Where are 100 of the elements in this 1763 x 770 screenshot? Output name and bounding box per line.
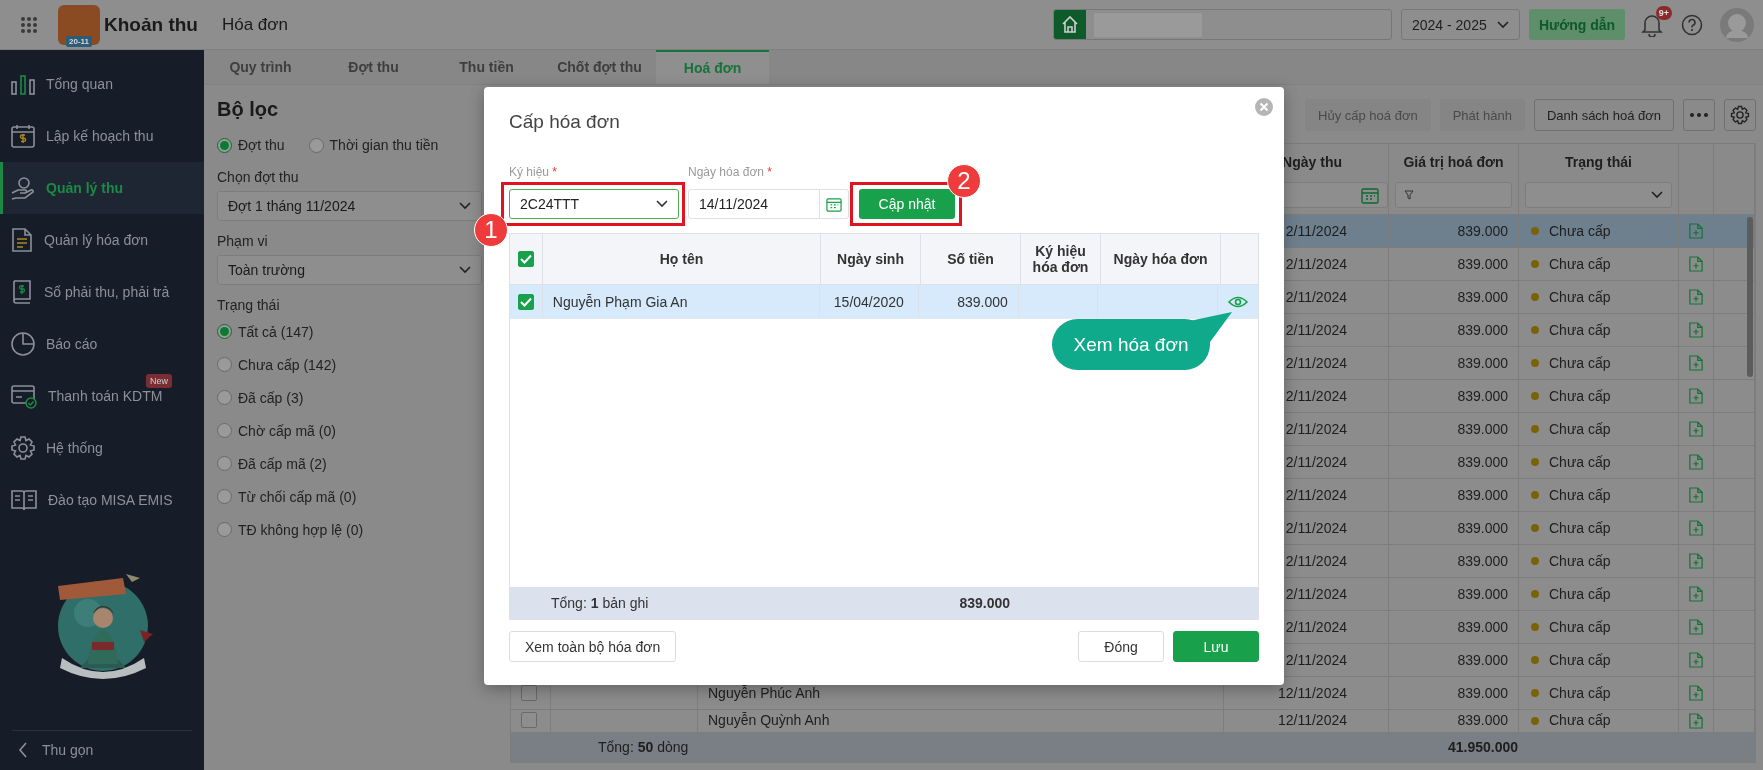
column-header: Ngày hóa đơn [1113,251,1208,267]
app-name: Khoản thu [104,13,198,36]
sidebar-item[interactable]: Quản lý thu [0,162,204,214]
add-document-icon[interactable] [1689,519,1703,537]
book-icon [10,279,34,305]
tab[interactable]: Chốt đợt thu [543,50,656,84]
table-cell: 839.000 [1457,712,1508,728]
status-label: Chưa cấp [1549,256,1611,272]
checkbox[interactable] [521,685,537,701]
add-document-icon[interactable] [1689,321,1703,339]
status-dot [1531,689,1539,697]
avatar-icon[interactable] [1720,7,1754,42]
toolbar-button[interactable]: Danh sách hoá đơn [1533,99,1674,131]
add-document-icon[interactable] [1689,684,1703,702]
calendar-icon [10,123,36,149]
symbol-select[interactable]: 2C24TTT [509,189,679,219]
app-grid-icon[interactable] [20,15,38,34]
view-all-button[interactable]: Xem toàn bộ hóa đơn [509,631,677,662]
amount-filter-field[interactable] [1395,182,1512,208]
sidebar-item[interactable]: Sổ phải thu, phải trả [0,266,204,318]
checkbox[interactable] [517,293,534,310]
step-marker: 2 [947,164,981,198]
settings-button[interactable] [1724,99,1756,131]
status-filter-select[interactable] [1525,182,1672,208]
sidebar-item[interactable]: Đào tạo MISA EMIS [0,474,204,526]
settings-icon [10,435,36,461]
sidebar-item[interactable]: Báo cáo [0,318,204,370]
table-cell: 839.000 [1457,652,1508,668]
radio-option[interactable]: Từ chối cấp mã (0) [217,480,357,513]
collapse-button[interactable]: Thu gọn [12,730,192,768]
status-dot [1531,293,1539,301]
add-document-icon[interactable] [1689,712,1703,730]
table-cell: 839.000 [1457,619,1508,635]
checkbox[interactable] [521,712,537,728]
field-label: Chọn đợt thu [217,168,299,187]
radio-option[interactable]: Tất cả (147) [217,315,314,348]
radio-option[interactable]: Đã cấp (3) [217,381,304,414]
year-select[interactable]: 2024 - 2025 [1401,9,1520,40]
tab[interactable]: Thu tiền [430,50,543,84]
status-dot [1531,623,1539,631]
status-dot [1531,260,1539,268]
select-all-checkbox[interactable] [518,251,534,267]
help-icon[interactable] [1681,13,1703,36]
add-document-icon[interactable] [1689,453,1703,471]
status-dot [1531,524,1539,532]
add-document-icon[interactable] [1689,354,1703,372]
radio-option[interactable]: TĐ không hợp lệ (0) [217,513,364,546]
add-document-icon[interactable] [1689,255,1703,273]
sidebar-item[interactable]: Quản lý hóa đơn [0,214,204,266]
status-dot [1531,557,1539,565]
table-cell: 2/11/2024 [1285,322,1347,338]
radio-option[interactable]: Đã cấp mã (2) [217,447,327,480]
eye-icon[interactable] [1228,295,1248,308]
table-cell: 839.000 [1457,487,1508,503]
status-label: Chưa cấp [1549,652,1611,668]
status-dot [1531,359,1539,367]
tab[interactable]: Quy trình [204,50,317,84]
radio-option[interactable]: Chưa cấp (142) [217,348,337,381]
table-row[interactable]: Nguyễn Phạm Gia An 15/04/2020 839.000 [510,285,1258,319]
add-document-icon[interactable] [1689,585,1703,603]
add-document-icon[interactable] [1689,288,1703,306]
notification-badge: 9+ [1655,5,1672,20]
scope-select[interactable]: Toàn trường [217,255,482,285]
dialog-title: Cấp hóa đơn [509,110,621,134]
add-document-icon[interactable] [1689,651,1703,669]
table-cell: 2/11/2024 [1285,355,1347,371]
add-document-icon[interactable] [1689,222,1703,240]
sidebar-item[interactable]: Lập kế hoạch thu [0,110,204,162]
total-label: Tổng: 1 bản ghi [551,595,649,611]
add-document-icon[interactable] [1689,486,1703,504]
scrollbar-thumb[interactable] [1747,217,1753,377]
sidebar-item[interactable]: New Thanh toán KDTM [0,370,204,422]
update-button[interactable]: Cập nhật [859,189,955,219]
radio-option[interactable]: Đợt thu [217,133,285,157]
add-document-icon[interactable] [1689,387,1703,405]
radio-option[interactable]: Chờ cấp mã (0) [217,414,336,447]
more-button[interactable] [1683,99,1715,131]
add-document-icon[interactable] [1689,552,1703,570]
close-button[interactable]: Đóng [1078,631,1164,662]
school-field[interactable] [1053,9,1392,40]
sidebar-item[interactable]: Tổng quan [0,58,204,110]
table-cell: 839.000 [1457,454,1508,470]
period-select[interactable]: Đợt 1 tháng 11/2024 [217,191,482,221]
table-cell: 2/11/2024 [1285,454,1347,470]
status-dot [1531,656,1539,664]
table-cell: 839.000 [1457,355,1508,371]
add-document-icon[interactable] [1689,420,1703,438]
add-document-icon[interactable] [1689,618,1703,636]
chevron-down-icon [1497,20,1509,29]
save-button[interactable]: Lưu [1173,631,1259,662]
table-cell: 839.000 [1457,322,1508,338]
sidebar-item[interactable]: Hệ thống [0,422,204,474]
status-label: Chưa cấp [1549,355,1611,371]
tooltip: Xem hóa đơn [1052,311,1234,370]
close-icon[interactable] [1255,98,1273,116]
page-title: Hóa đơn [221,14,288,35]
field-label: Trạng thái [217,296,280,315]
tab[interactable]: Đợt thu [317,50,430,84]
radio-option[interactable]: Thời gian thu tiền [308,133,439,157]
status-dot [1531,425,1539,433]
